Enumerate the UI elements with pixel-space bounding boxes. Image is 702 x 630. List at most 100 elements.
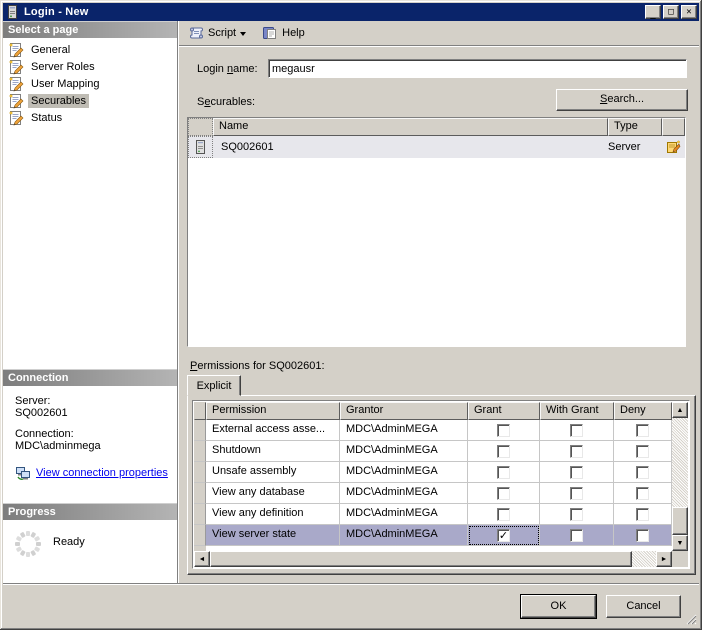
deny-checkbox-cell[interactable] (614, 462, 672, 483)
grant-checkbox-cell[interactable]: ✓ (468, 525, 540, 546)
scroll-right-icon[interactable]: ► (656, 551, 672, 567)
title-bar[interactable]: Login - New _ □ ✕ (3, 3, 699, 21)
permission-row[interactable]: Unsafe assemblyMDC\AdminMEGA (194, 462, 672, 483)
login-name-input[interactable] (268, 59, 687, 78)
securables-corner-header[interactable] (188, 118, 213, 136)
with-grant-checkbox-cell[interactable] (540, 420, 614, 441)
close-button[interactable]: ✕ (681, 5, 697, 19)
grant-checkbox[interactable] (497, 445, 510, 458)
with-grant-checkbox-cell[interactable] (540, 483, 614, 504)
with-grant-checkbox[interactable] (570, 508, 583, 521)
script-dropdown-caret-icon[interactable] (240, 32, 246, 36)
permission-column-header[interactable]: Permission (206, 402, 340, 420)
sidebar-item-securables[interactable]: Securables (3, 92, 177, 109)
permission-row[interactable]: ShutdownMDC\AdminMEGA (194, 441, 672, 462)
permission-cell[interactable]: External access asse... (206, 420, 340, 441)
permission-row[interactable]: External access asse...MDC\AdminMEGA (194, 420, 672, 441)
securable-edit-cell[interactable] (662, 136, 685, 158)
with-grant-checkbox[interactable] (570, 529, 583, 542)
with-grant-checkbox[interactable] (570, 424, 583, 437)
deny-checkbox[interactable] (636, 466, 649, 479)
grant-checkbox-cell[interactable] (468, 462, 540, 483)
script-button[interactable]: Script (185, 23, 251, 43)
sidebar-item-label: General (28, 43, 73, 57)
grantor-cell[interactable]: MDC\AdminMEGA (340, 483, 468, 504)
permission-cell[interactable]: View any database (206, 483, 340, 504)
scroll-down-icon[interactable]: ▼ (672, 535, 688, 551)
permission-row[interactable]: View server stateMDC\AdminMEGA ✓ (194, 525, 672, 546)
grant-checkbox[interactable] (497, 424, 510, 437)
page-pencil-icon (8, 110, 24, 126)
grant-checkbox[interactable] (497, 508, 510, 521)
grant-checkbox-cell[interactable] (468, 483, 540, 504)
grant-checkbox[interactable]: ✓ (497, 529, 510, 542)
grantor-cell[interactable]: MDC\AdminMEGA (340, 441, 468, 462)
help-button[interactable]: Help (259, 23, 308, 43)
grant-checkbox-cell[interactable] (468, 441, 540, 462)
sidebar-item-status[interactable]: Status (3, 109, 177, 126)
securables-type-header[interactable]: Type (608, 118, 662, 136)
deny-checkbox-cell[interactable] (614, 441, 672, 462)
grantor-column-header[interactable]: Grantor (340, 402, 468, 420)
permissions-label: Permissions for SQ002601: (190, 360, 325, 372)
vscroll-track[interactable] (672, 418, 688, 535)
with-grant-checkbox-cell[interactable] (540, 525, 614, 546)
permission-row[interactable]: View any databaseMDC\AdminMEGA (194, 483, 672, 504)
deny-column-header[interactable]: Deny (614, 402, 672, 420)
cancel-button[interactable]: Cancel (606, 595, 681, 618)
scroll-left-icon[interactable]: ◄ (194, 551, 210, 567)
grant-column-header[interactable]: Grant (468, 402, 540, 420)
vscroll-thumb[interactable] (672, 507, 688, 535)
deny-checkbox-cell[interactable] (614, 504, 672, 525)
deny-checkbox-cell[interactable] (614, 483, 672, 504)
grant-checkbox[interactable] (497, 487, 510, 500)
progress-status: Ready (53, 536, 85, 548)
with-grant-checkbox-cell[interactable] (540, 504, 614, 525)
hscroll-thumb[interactable] (210, 551, 632, 567)
tab-explicit[interactable]: Explicit (187, 375, 241, 396)
deny-checkbox[interactable] (636, 445, 649, 458)
with-grant-checkbox[interactable] (570, 487, 583, 500)
securable-row[interactable]: SQ002601 Server (188, 136, 685, 158)
deny-checkbox-cell[interactable] (614, 420, 672, 441)
resize-grip[interactable] (684, 612, 697, 625)
grantor-cell[interactable]: MDC\AdminMEGA (340, 462, 468, 483)
grid-horizontal-scrollbar[interactable]: ◄ ► (194, 551, 672, 567)
sidebar-item-label: User Mapping (28, 77, 102, 91)
scroll-up-icon[interactable]: ▲ (672, 402, 688, 418)
minimize-button[interactable]: _ (645, 5, 661, 19)
grantor-cell[interactable]: MDC\AdminMEGA (340, 420, 468, 441)
permission-cell[interactable]: View server state (206, 525, 340, 546)
deny-checkbox-cell[interactable] (614, 525, 672, 546)
view-connection-properties-link[interactable]: View connection properties (36, 467, 168, 479)
grant-checkbox-cell[interactable] (468, 504, 540, 525)
permission-cell[interactable]: Shutdown (206, 441, 340, 462)
deny-checkbox[interactable] (636, 487, 649, 500)
securables-name-header[interactable]: Name (213, 118, 608, 136)
grantor-cell[interactable]: MDC\AdminMEGA (340, 525, 468, 546)
securables-extra-header[interactable] (662, 118, 685, 136)
ok-button[interactable]: OK (521, 595, 596, 618)
with-grant-checkbox[interactable] (570, 466, 583, 479)
securable-name[interactable]: SQ002601 (213, 136, 608, 158)
grant-checkbox[interactable] (497, 466, 510, 479)
permission-cell[interactable]: Unsafe assembly (206, 462, 340, 483)
deny-checkbox[interactable] (636, 424, 649, 437)
search-button[interactable]: Search... (556, 89, 688, 111)
permission-row[interactable]: View any definitionMDC\AdminMEGA (194, 504, 672, 525)
grantor-cell[interactable]: MDC\AdminMEGA (340, 504, 468, 525)
deny-checkbox[interactable] (636, 508, 649, 521)
with-grant-checkbox-cell[interactable] (540, 462, 614, 483)
with-grant-checkbox-cell[interactable] (540, 441, 614, 462)
sidebar-item-server-roles[interactable]: Server Roles (3, 58, 177, 75)
permission-cell[interactable]: View any definition (206, 504, 340, 525)
hscroll-track[interactable] (632, 551, 656, 567)
grid-vertical-scrollbar[interactable]: ▲ ▼ (672, 402, 688, 551)
with-grant-column-header[interactable]: With Grant (540, 402, 614, 420)
sidebar-item-user-mapping[interactable]: User Mapping (3, 75, 177, 92)
sidebar-item-general[interactable]: General (3, 41, 177, 58)
grant-checkbox-cell[interactable] (468, 420, 540, 441)
deny-checkbox[interactable] (636, 529, 649, 542)
maximize-button[interactable]: □ (663, 5, 679, 19)
with-grant-checkbox[interactable] (570, 445, 583, 458)
